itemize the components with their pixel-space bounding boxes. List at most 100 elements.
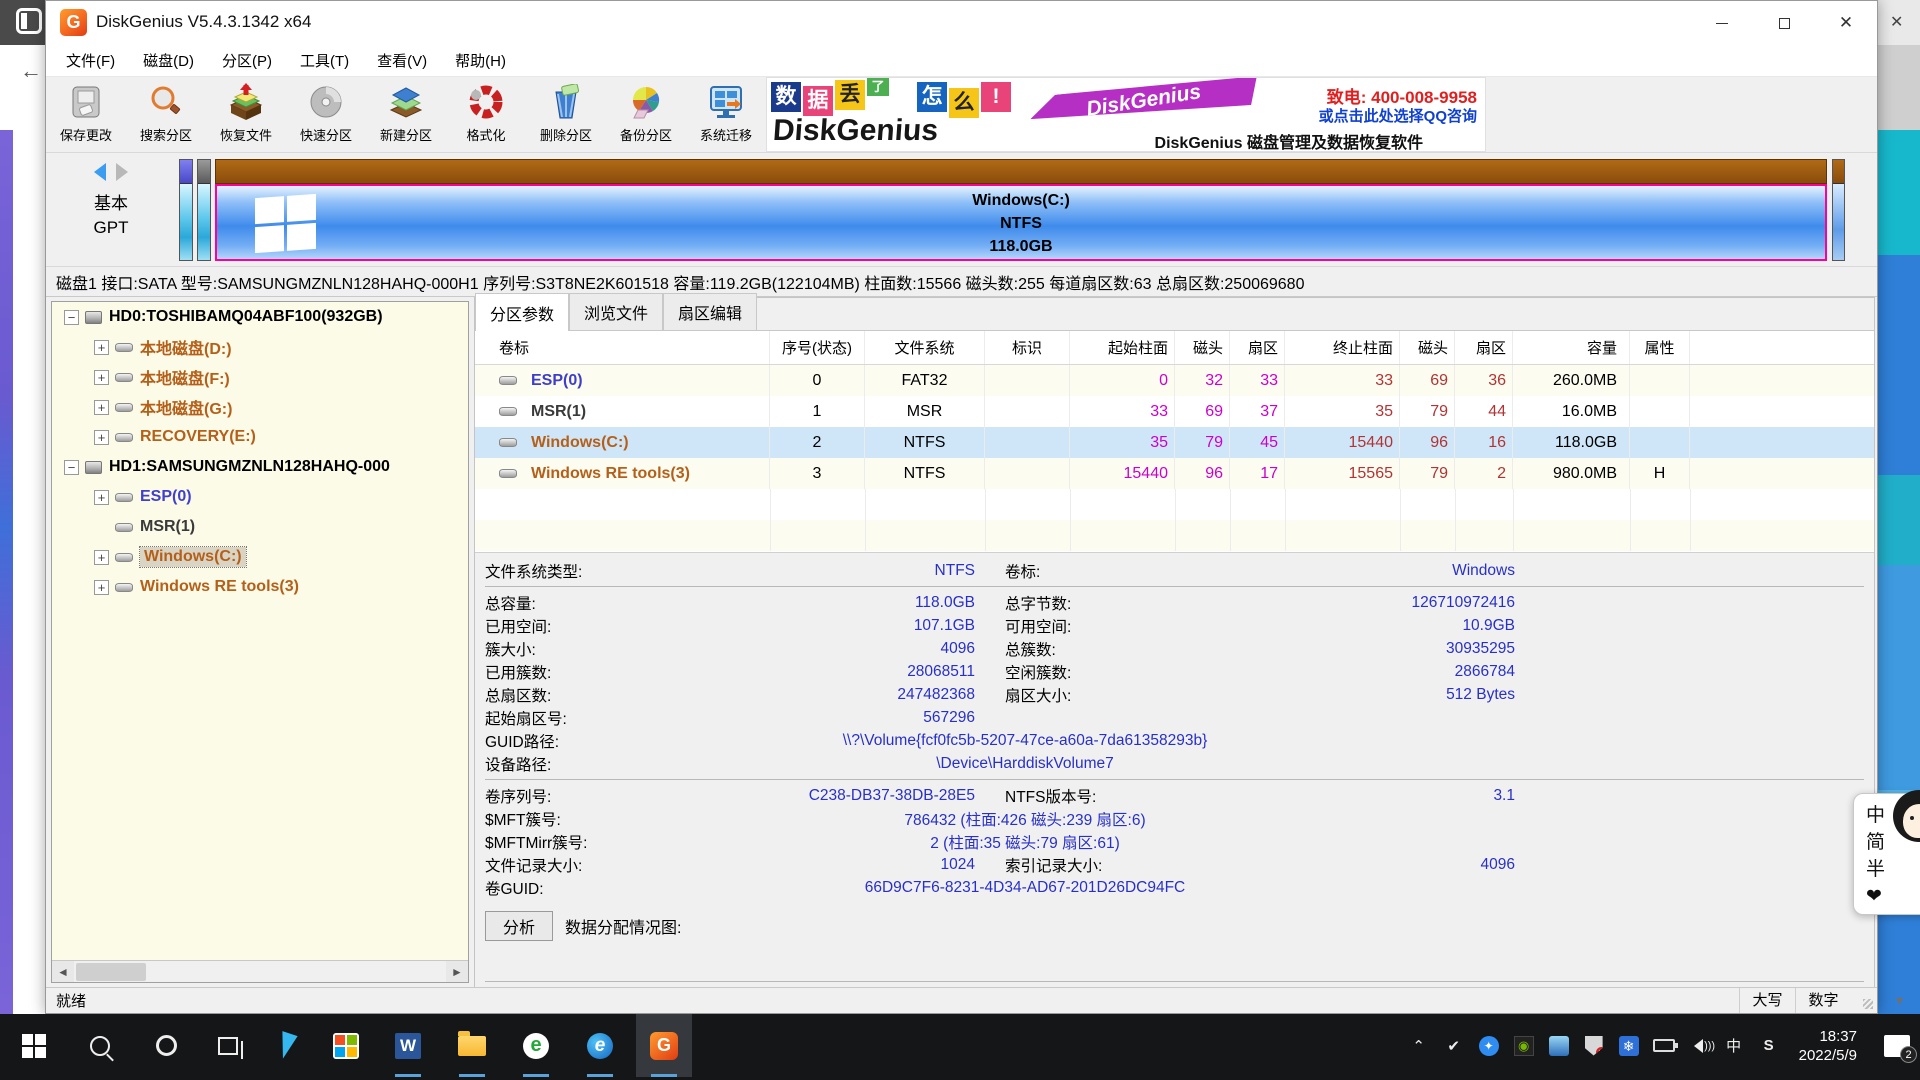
new-partition-icon — [386, 82, 426, 122]
cortana-button[interactable] — [138, 1014, 194, 1077]
microsoft-store-button[interactable] — [318, 1014, 374, 1077]
feishu-bird-icon[interactable]: ✦ — [1479, 1036, 1499, 1056]
collapse-icon[interactable]: − — [64, 310, 79, 325]
scroll-right-icon[interactable]: ► — [446, 961, 468, 983]
battery-plug-icon[interactable] — [1653, 1039, 1675, 1052]
backup-partition-button[interactable]: 备份分区 — [606, 77, 686, 152]
updater-check-icon[interactable]: ✔ — [1443, 1035, 1465, 1057]
new-partition-button[interactable]: 新建分区 — [366, 77, 446, 152]
search-partition-button[interactable]: 搜索分区 — [126, 77, 206, 152]
action-center-button[interactable]: 2 — [1884, 1035, 1910, 1057]
close-button[interactable]: ✕ — [1815, 1, 1877, 45]
heart-icon[interactable]: ❤ — [1866, 883, 1920, 910]
browser-back-icon: ← — [20, 58, 42, 84]
tree-item-recovery-e[interactable]: + RECOVERY(E:) — [52, 422, 468, 452]
expand-icon[interactable]: + — [94, 550, 109, 565]
start-button[interactable] — [6, 1014, 62, 1077]
tree-horizontal-scrollbar[interactable]: ◄ ► — [52, 960, 468, 982]
disk-icon — [85, 311, 102, 324]
file-explorer-button[interactable] — [444, 1014, 500, 1077]
scroll-left-icon[interactable]: ◄ — [52, 961, 74, 983]
disk-tree-panel: − HD0:TOSHIBAMQ04ABF100(932GB) + 本地磁盘(D:… — [51, 301, 469, 983]
delete-partition-button[interactable]: 删除分区 — [526, 77, 606, 152]
partition-block-windows-c[interactable]: Windows(C:) NTFS 118.0GB — [215, 159, 1827, 261]
table-row-esp[interactable]: ESP(0) 0 FAT32 0 32 33 33 69 36 260.0MB — [475, 365, 1874, 396]
tree-item-hd0[interactable]: − HD0:TOSHIBAMQ04ABF100(932GB) — [52, 302, 468, 332]
tree-item-local-g[interactable]: + 本地磁盘(G:) — [52, 392, 468, 422]
expand-icon[interactable]: + — [94, 490, 109, 505]
disk-icon — [85, 461, 102, 474]
volume-speaker-icon[interactable]: ))) — [1694, 1039, 1703, 1053]
green-browser-button[interactable]: e — [508, 1014, 564, 1077]
defender-alert-shield-icon[interactable]: ✕ — [1585, 1036, 1603, 1056]
edge-button[interactable]: e — [572, 1014, 628, 1077]
flash-app-button[interactable] — [258, 1014, 314, 1077]
snowflake-app-icon[interactable]: ❄ — [1619, 1036, 1639, 1056]
word-button[interactable]: W — [380, 1014, 436, 1077]
tray-expand-chevron-icon[interactable]: ⌃ — [1408, 1035, 1430, 1057]
selected-tree-label: Windows(C:) — [140, 547, 246, 567]
expand-icon[interactable]: + — [94, 400, 109, 415]
format-button[interactable]: 格式化 — [446, 77, 526, 152]
tree-item-windows-c[interactable]: + Windows(C:) — [52, 542, 468, 572]
partition-name: Windows(C:) — [217, 189, 1825, 212]
partition-block-msr[interactable] — [197, 159, 211, 261]
table-row-windows-c-selected[interactable]: Windows(C:) 2 NTFS 35 79 45 15440 96 16 … — [475, 427, 1874, 458]
menu-file[interactable]: 文件(F) — [56, 46, 125, 75]
promo-banner[interactable]: 数 据 丢 了 怎 么 ! DiskGenius DiskGenius 致电: … — [766, 77, 1486, 152]
menu-tools[interactable]: 工具(T) — [290, 46, 359, 75]
tab-partition-params[interactable]: 分区参数 — [475, 293, 569, 331]
tree-item-windows-re-tools[interactable]: + Windows RE tools(3) — [52, 572, 468, 602]
intel-graphics-icon[interactable] — [1549, 1036, 1569, 1056]
store-icon — [333, 1033, 359, 1059]
taskbar-clock[interactable]: 18:37 2022/5/9 — [1799, 1027, 1857, 1065]
minimize-button[interactable] — [1691, 1, 1753, 45]
scrollbar-thumb[interactable] — [76, 963, 146, 981]
tree-item-msr[interactable]: MSR(1) — [52, 512, 468, 542]
partition-fs: NTFS — [217, 212, 1825, 235]
expand-icon[interactable]: + — [94, 340, 109, 355]
tab-bar: 分区参数 浏览文件 扇区编辑 — [475, 298, 1874, 331]
taskbar-search-button[interactable] — [72, 1014, 128, 1077]
banner-char-block: ! — [981, 82, 1011, 112]
save-changes-button[interactable]: 保存更改 — [46, 77, 126, 152]
tree-item-local-d[interactable]: + 本地磁盘(D:) — [52, 332, 468, 362]
maximize-button[interactable] — [1753, 1, 1815, 45]
quick-partition-button[interactable]: 快速分区 — [286, 77, 366, 152]
resize-grip[interactable] — [1851, 988, 1877, 1013]
tree-item-esp[interactable]: + ESP(0) — [52, 482, 468, 512]
expand-icon[interactable]: + — [94, 430, 109, 445]
tree-item-local-f[interactable]: + 本地磁盘(F:) — [52, 362, 468, 392]
ime-halfwidth-mode[interactable]: 半 — [1866, 856, 1920, 883]
table-row-windows-re-tools[interactable]: Windows RE tools(3) 3 NTFS 15440 96 17 1… — [475, 458, 1874, 489]
menu-disk[interactable]: 磁盘(D) — [133, 46, 204, 75]
toolbar-label: 系统迁移 — [700, 125, 752, 144]
next-disk-icon[interactable] — [116, 163, 128, 181]
sogou-pinyin-icon[interactable]: S — [1758, 1035, 1780, 1057]
system-migrate-button[interactable]: 系统迁移 — [686, 77, 766, 152]
tab-browse-files[interactable]: 浏览文件 — [569, 293, 663, 330]
partition-block-re-tools[interactable] — [1832, 159, 1845, 261]
menu-partition[interactable]: 分区(P) — [212, 46, 282, 75]
menu-view[interactable]: 查看(V) — [367, 46, 437, 75]
expand-icon[interactable]: + — [94, 580, 109, 595]
prev-disk-icon[interactable] — [94, 163, 106, 181]
menu-help[interactable]: 帮助(H) — [445, 46, 516, 75]
collapse-icon[interactable]: − — [64, 460, 79, 475]
nvidia-settings-icon[interactable]: ◉ — [1514, 1036, 1534, 1056]
running-indicator — [459, 1074, 485, 1077]
recover-files-button[interactable]: 恢复文件 — [206, 77, 286, 152]
expand-icon[interactable]: + — [94, 370, 109, 385]
table-row-msr[interactable]: MSR(1) 1 MSR 33 69 37 35 79 44 16.0MB — [475, 396, 1874, 427]
banner-qq-link[interactable]: 或点击此处选择QQ咨询 — [1319, 105, 1477, 126]
tree-item-hd1[interactable]: − HD1:SAMSUNGMZNLN128HAHQ-000 — [52, 452, 468, 482]
tab-sector-edit[interactable]: 扇区编辑 — [663, 293, 757, 330]
analyze-button[interactable]: 分析 — [485, 911, 553, 941]
task-view-button[interactable] — [200, 1014, 256, 1077]
volume-icon — [115, 433, 133, 442]
ime-chinese-indicator[interactable]: 中 — [1723, 1035, 1745, 1057]
diskgenius-taskbar-button[interactable]: G — [636, 1014, 692, 1077]
taskbar: W e e G ⌃ ✔ ✦ ◉ ✕ ❄ ))) 中 S 18:37 2022/5… — [0, 1014, 1920, 1080]
partition-block-esp[interactable] — [179, 159, 193, 261]
partition-type-band — [215, 159, 1827, 184]
